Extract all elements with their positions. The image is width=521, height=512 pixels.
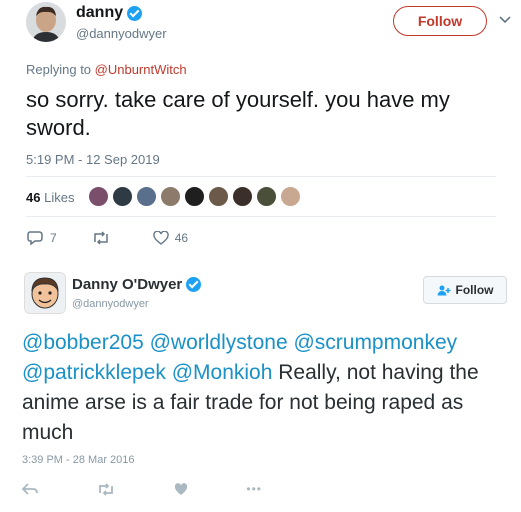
verified-badge-icon bbox=[186, 277, 202, 292]
heart-icon[interactable] bbox=[152, 230, 169, 246]
verified-badge-icon bbox=[127, 5, 143, 21]
tweet-text: @bobber205 @worldlystone @scrumpmonkey @… bbox=[22, 328, 502, 448]
divider bbox=[26, 216, 496, 217]
tweet-timestamp[interactable]: 3:39 PM - 28 Mar 2016 bbox=[22, 454, 135, 466]
tweet-actions: 7 46 bbox=[26, 230, 188, 246]
avatar-image bbox=[25, 273, 65, 313]
like-action[interactable]: 46 bbox=[152, 230, 189, 246]
author-name-text[interactable]: danny bbox=[76, 4, 123, 22]
retweet-icon[interactable] bbox=[91, 230, 111, 246]
like-count: 46 bbox=[174, 231, 189, 245]
liker-avatar[interactable] bbox=[136, 186, 157, 207]
liker-avatar[interactable] bbox=[184, 186, 205, 207]
liker-avatar[interactable] bbox=[280, 186, 301, 207]
liker-avatar[interactable] bbox=[88, 186, 109, 207]
replying-to-mention[interactable]: @UnburntWitch bbox=[95, 62, 187, 77]
follow-label: Follow bbox=[455, 283, 494, 297]
replying-to-label: Replying to bbox=[26, 62, 95, 77]
author-name[interactable]: danny bbox=[76, 4, 143, 22]
likers-avatars[interactable] bbox=[88, 186, 301, 207]
liker-avatar[interactable] bbox=[112, 186, 133, 207]
author-name-text[interactable]: Danny O'Dwyer bbox=[72, 276, 182, 293]
liker-avatar[interactable] bbox=[160, 186, 181, 207]
follow-button[interactable]: Follow bbox=[393, 6, 487, 36]
more-icon[interactable]: ••• bbox=[246, 482, 262, 496]
reply-icon[interactable] bbox=[22, 483, 38, 495]
add-person-icon bbox=[437, 285, 450, 295]
author-avatar[interactable] bbox=[24, 272, 66, 314]
author-handle[interactable]: @dannyodwyer bbox=[72, 298, 149, 310]
likes-stat[interactable]: 46 Likes bbox=[26, 190, 74, 205]
retweet-icon[interactable] bbox=[97, 482, 115, 496]
retweet-action[interactable] bbox=[91, 230, 111, 246]
author-avatar[interactable] bbox=[26, 2, 66, 42]
liker-avatar[interactable] bbox=[256, 186, 277, 207]
replying-to: Replying to @UnburntWitch bbox=[26, 62, 187, 77]
likes-label: Likes bbox=[44, 190, 75, 205]
avatar-image bbox=[26, 2, 66, 42]
tweet-text: so sorry. take care of yourself. you hav… bbox=[26, 87, 450, 140]
reply-icon[interactable] bbox=[26, 230, 44, 246]
heart-icon[interactable] bbox=[174, 482, 188, 496]
author-handle[interactable]: @dannyodwyer bbox=[76, 26, 167, 41]
follow-button[interactable]: Follow bbox=[423, 276, 507, 304]
mentions-line-1[interactable]: @bobber205 @worldlystone @scrumpmonkey bbox=[22, 331, 457, 354]
divider bbox=[26, 176, 496, 177]
mentions-line-2[interactable]: @patrickklepek @Monkioh bbox=[22, 361, 272, 384]
likes-count: 46 bbox=[26, 190, 41, 205]
reply-action[interactable]: 7 bbox=[26, 230, 57, 246]
liker-avatar[interactable] bbox=[232, 186, 253, 207]
author-name[interactable]: Danny O'Dwyer bbox=[72, 276, 202, 293]
liker-avatar[interactable] bbox=[208, 186, 229, 207]
tweet-timestamp[interactable]: 5:19 PM - 12 Sep 2019 bbox=[26, 152, 160, 167]
reply-count: 7 bbox=[50, 231, 57, 245]
chevron-down-icon[interactable] bbox=[498, 14, 512, 26]
tweet-actions: ••• bbox=[22, 482, 262, 496]
